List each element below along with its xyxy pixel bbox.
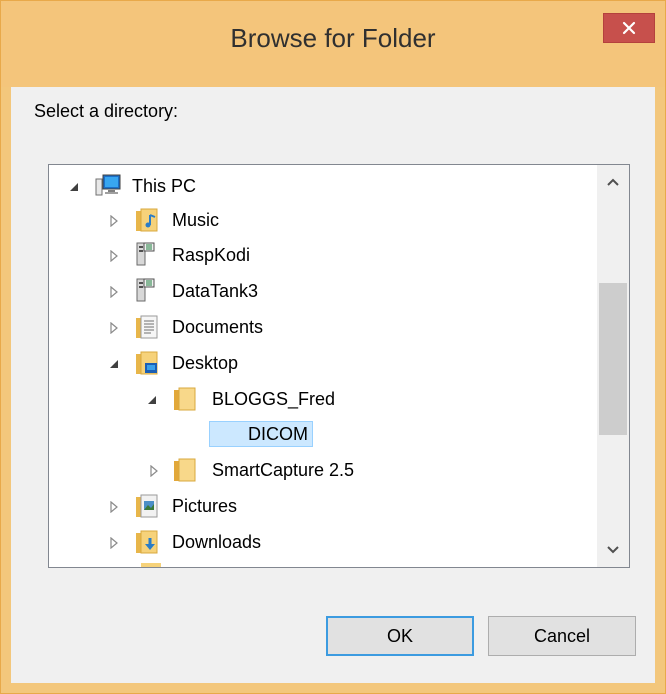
folder-icon — [173, 386, 197, 412]
desktop-folder-icon — [135, 350, 159, 376]
title-bar[interactable]: Browse for Folder — [1, 1, 665, 87]
tree-item-desktop[interactable]: Desktop — [49, 348, 589, 378]
tree-item-label: Desktop — [172, 353, 239, 373]
folder-tree-items: This PC Music RaspKodi DataTank3 Documen… — [49, 165, 597, 567]
documents-folder-icon — [135, 314, 159, 340]
tree-item-smartcapture[interactable]: SmartCapture 2.5 — [49, 455, 589, 485]
chevron-down-icon — [607, 546, 619, 554]
expand-arrow-icon[interactable] — [107, 249, 121, 263]
expand-arrow-icon[interactable] — [107, 500, 121, 514]
tree-item-label: DataTank3 — [172, 281, 259, 301]
pictures-folder-icon — [135, 493, 159, 519]
expand-arrow-icon[interactable] — [147, 464, 161, 478]
scrollbar-thumb[interactable] — [599, 283, 627, 435]
tree-item-label: Music — [172, 210, 220, 230]
chevron-up-icon — [607, 178, 619, 186]
music-folder-icon — [135, 207, 159, 233]
tree-item-this-pc[interactable]: This PC — [49, 171, 589, 201]
tree-item-bloggs-fred[interactable]: BLOGGS_Fred — [49, 384, 589, 414]
select-directory-label: Select a directory: — [34, 101, 179, 121]
tree-item-label: DICOM — [209, 421, 313, 447]
tree-item-downloads[interactable]: Downloads — [49, 527, 589, 557]
tree-item-label: SmartCapture 2.5 — [212, 460, 355, 480]
partial-folder-icon — [141, 563, 161, 567]
folder-icon — [173, 457, 197, 483]
tree-item-raspkodi[interactable]: RaspKodi — [49, 240, 589, 270]
tree-item-label: BLOGGS_Fred — [212, 389, 336, 409]
tree-item-label: Downloads — [172, 532, 262, 552]
tree-item-documents[interactable]: Documents — [49, 312, 589, 342]
collapse-arrow-icon[interactable] — [67, 180, 81, 194]
ok-button[interactable]: OK — [326, 616, 474, 656]
tree-item-pictures[interactable]: Pictures — [49, 491, 589, 521]
scroll-down-button[interactable] — [597, 533, 629, 567]
dialog-title: Browse for Folder — [230, 23, 436, 53]
folder-tree[interactable]: This PC Music RaspKodi DataTank3 Documen… — [48, 164, 630, 568]
close-x-icon — [622, 21, 636, 35]
computer-icon — [95, 173, 121, 199]
vertical-scrollbar[interactable] — [597, 165, 629, 567]
network-drive-icon — [135, 241, 159, 267]
tree-item-label: Documents — [172, 317, 264, 337]
network-drive-icon — [135, 277, 159, 303]
cancel-button[interactable]: Cancel — [488, 616, 636, 656]
expand-arrow-icon[interactable] — [107, 321, 121, 335]
tree-item-music[interactable]: Music — [49, 205, 589, 235]
tree-item-label: Pictures — [172, 496, 238, 516]
downloads-folder-icon — [135, 529, 159, 555]
expand-arrow-icon[interactable] — [107, 214, 121, 228]
tree-item-datatank3[interactable]: DataTank3 — [49, 276, 589, 306]
close-button[interactable] — [603, 13, 655, 43]
collapse-arrow-icon[interactable] — [107, 357, 121, 371]
expand-arrow-icon[interactable] — [107, 536, 121, 550]
scroll-up-button[interactable] — [597, 165, 629, 199]
tree-item-label: RaspKodi — [172, 245, 251, 265]
tree-item-dicom[interactable]: DICOM — [49, 419, 589, 449]
expand-arrow-icon[interactable] — [107, 285, 121, 299]
tree-item-label: This PC — [132, 176, 197, 196]
collapse-arrow-icon[interactable] — [145, 393, 159, 407]
